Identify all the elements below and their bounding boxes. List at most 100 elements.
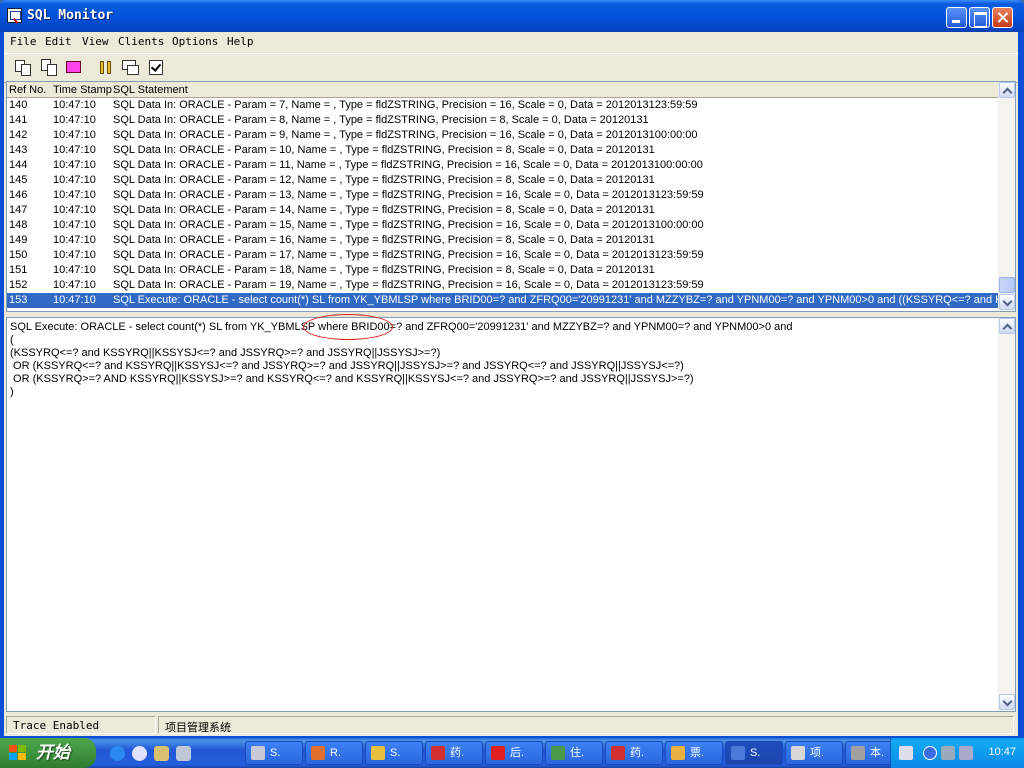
network-icon[interactable] <box>941 746 955 760</box>
tool-icon[interactable] <box>154 746 169 761</box>
copy-icon[interactable] <box>39 59 59 77</box>
scroll-up-icon[interactable] <box>999 82 1015 98</box>
close-button[interactable] <box>992 7 1013 28</box>
trace-options-icon[interactable] <box>146 59 166 77</box>
browser-icon[interactable] <box>132 746 147 761</box>
row-time-stamp: 10:47:10 <box>53 234 96 246</box>
taskbar-button-label: S. <box>270 747 281 759</box>
row-ref-no: 143 <box>9 144 28 156</box>
table-row[interactable]: 152 10:47:10 SQL Data In: ORACLE - Param =… <box>7 278 999 293</box>
status-trace: Trace Enabled <box>6 716 156 734</box>
taskbar-button[interactable]: 住. <box>545 741 603 765</box>
taskbar-button[interactable]: R. <box>305 741 363 765</box>
row-ref-no: 144 <box>9 159 28 171</box>
table-row[interactable]: 153 10:47:10 SQL Execute: ORACLE - select … <box>7 293 1015 308</box>
taskbar-button[interactable]: 票. <box>665 741 723 765</box>
table-row[interactable]: 142 10:47:10 SQL Data In: ORACLE - Param =… <box>7 128 999 143</box>
row-time-stamp: 10:47:10 <box>53 144 96 156</box>
column-sql-statement[interactable]: SQL Statement <box>113 84 188 96</box>
task-app-icon <box>491 746 505 760</box>
taskbar-button-label: S. <box>390 747 401 759</box>
windows-icon[interactable] <box>121 59 141 77</box>
scroll-down-icon[interactable] <box>999 694 1015 710</box>
list-rows: 140 10:47:10 SQL Data In: ORACLE - Param =… <box>7 98 1015 308</box>
detail-scrollbar[interactable] <box>998 318 1015 711</box>
scroll-up-icon[interactable] <box>999 318 1015 334</box>
scroll-down-icon[interactable] <box>999 294 1015 310</box>
table-row[interactable]: 143 10:47:10 SQL Data In: ORACLE - Param =… <box>7 143 999 158</box>
table-row[interactable]: 147 10:47:10 SQL Data In: ORACLE - Param =… <box>7 203 999 218</box>
task-app-icon <box>791 746 805 760</box>
maximize-button[interactable] <box>969 7 990 28</box>
table-row[interactable]: 149 10:47:10 SQL Data In: ORACLE - Param =… <box>7 233 999 248</box>
menu-edit[interactable]: Edit <box>45 35 72 48</box>
start-button[interactable]: 开始 <box>0 738 96 768</box>
row-sql-statement: SQL Data In: ORACLE - Param = 11, Name =… <box>113 159 703 171</box>
minimize-button[interactable] <box>946 7 967 28</box>
ie-icon[interactable] <box>110 746 125 761</box>
menu-options[interactable]: Options <box>172 35 218 48</box>
list-scrollbar[interactable] <box>998 82 1015 311</box>
task-app-icon <box>671 746 685 760</box>
status-bar: Trace Enabled 项目管理系统 <box>4 714 1018 736</box>
taskbar-button[interactable]: 药. <box>605 741 663 765</box>
taskbar-button-label: 本. <box>870 747 885 759</box>
column-time-stamp[interactable]: Time Stamp <box>53 84 112 96</box>
table-row[interactable]: 145 10:47:10 SQL Data In: ORACLE - Param =… <box>7 173 999 188</box>
row-sql-statement: SQL Data In: ORACLE - Param = 14, Name =… <box>113 204 655 216</box>
table-row[interactable]: 150 10:47:10 SQL Data In: ORACLE - Param =… <box>7 248 999 263</box>
row-time-stamp: 10:47:10 <box>53 264 96 276</box>
sql-line: SQL Execute: ORACLE - select count(*) SL… <box>10 321 793 333</box>
taskbar-button[interactable]: 后. <box>485 741 543 765</box>
desktop-icon[interactable] <box>176 746 191 761</box>
sql-line: OR (KSSYRQ<=? and KSSYRQ||KSSYSJ<=? and … <box>10 360 684 372</box>
column-ref-no[interactable]: Ref No. <box>9 84 46 96</box>
row-ref-no: 150 <box>9 249 28 261</box>
taskbar: 开始 S. R. S. 药. 后. 住. 药. 票. S. 项. 本. 10:47 <box>0 738 1024 768</box>
row-sql-statement: SQL Data In: ORACLE - Param = 15, Name =… <box>113 219 704 231</box>
row-sql-statement: SQL Execute: ORACLE - select count(*) SL… <box>113 294 1016 306</box>
table-row[interactable]: 148 10:47:10 SQL Data In: ORACLE - Param =… <box>7 218 999 233</box>
start-label: 开始 <box>36 743 70 762</box>
taskbar-button[interactable]: S. <box>245 741 303 765</box>
row-time-stamp: 10:47:10 <box>53 159 96 171</box>
table-row[interactable]: 141 10:47:10 SQL Data In: ORACLE - Param =… <box>7 113 999 128</box>
title-bar[interactable]: SQL Monitor <box>0 0 1024 32</box>
app-window: SQL Monitor File Edit View Clients Optio… <box>0 0 1024 738</box>
sql-line: ( <box>10 334 14 346</box>
row-ref-no: 152 <box>9 279 28 291</box>
sql-detail-pane[interactable]: SQL Execute: ORACLE - select count(*) SL… <box>6 314 1016 712</box>
row-sql-statement: SQL Data In: ORACLE - Param = 18, Name =… <box>113 264 655 276</box>
taskbar-button[interactable]: S. <box>725 741 783 765</box>
menu-view[interactable]: View <box>82 35 109 48</box>
row-ref-no: 148 <box>9 219 28 231</box>
row-sql-statement: SQL Data In: ORACLE - Param = 19, Name =… <box>113 279 704 291</box>
save-log-icon[interactable] <box>14 59 34 77</box>
row-ref-no: 147 <box>9 204 28 216</box>
task-app-icon <box>251 746 265 760</box>
statement-list[interactable]: Ref No. Time Stamp SQL Statement 140 10:4… <box>6 81 1016 312</box>
task-app-icon <box>371 746 385 760</box>
table-row[interactable]: 144 10:47:10 SQL Data In: ORACLE - Param =… <box>7 158 999 173</box>
table-row[interactable]: 146 10:47:10 SQL Data In: ORACLE - Param =… <box>7 188 999 203</box>
tray-expand-icon[interactable] <box>923 746 937 760</box>
row-sql-statement: SQL Data In: ORACLE - Param = 7, Name = … <box>113 99 698 111</box>
pause-icon[interactable] <box>96 59 116 77</box>
task-app-icon <box>551 746 565 760</box>
keyboard-icon[interactable] <box>899 746 913 760</box>
taskbar-button[interactable]: S. <box>365 741 423 765</box>
scroll-thumb[interactable] <box>999 277 1015 293</box>
app-monitor-icon[interactable] <box>7 8 22 23</box>
menu-bar: File Edit View Clients Options Help <box>4 32 1018 52</box>
windows-logo-icon <box>9 745 27 761</box>
taskbar-button[interactable]: 项. <box>785 741 843 765</box>
menu-file[interactable]: File <box>10 35 37 48</box>
row-sql-statement: SQL Data In: ORACLE - Param = 17, Name =… <box>113 249 704 261</box>
taskbar-button[interactable]: 药. <box>425 741 483 765</box>
menu-clients[interactable]: Clients <box>118 35 164 48</box>
volume-icon[interactable] <box>959 746 973 760</box>
table-row[interactable]: 151 10:47:10 SQL Data In: ORACLE - Param =… <box>7 263 999 278</box>
menu-help[interactable]: Help <box>227 35 254 48</box>
clear-log-icon[interactable] <box>64 59 84 77</box>
table-row[interactable]: 140 10:47:10 SQL Data In: ORACLE - Param =… <box>7 98 999 113</box>
